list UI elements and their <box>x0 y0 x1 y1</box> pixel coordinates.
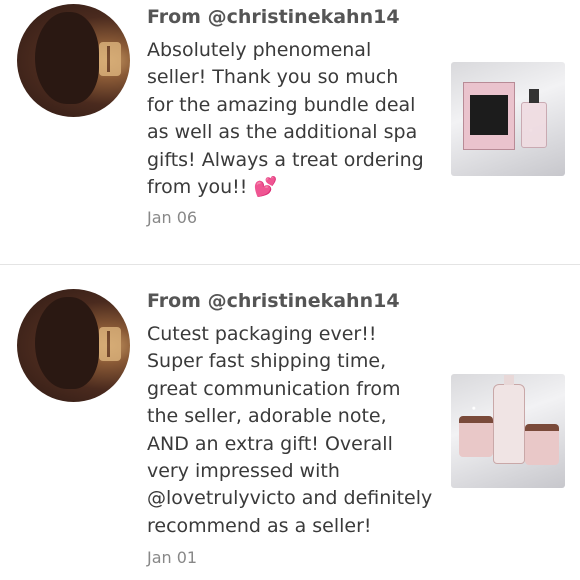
scrub-jar-shape <box>459 416 493 457</box>
review-date: Jan 01 <box>147 548 198 567</box>
review-photo-thumbnail[interactable] <box>451 62 565 176</box>
reviewer-avatar[interactable] <box>17 289 130 402</box>
review-text: Cutest packaging ever!! Super fast shipp… <box>147 323 433 537</box>
reviewer-avatar[interactable] <box>17 4 130 117</box>
scrub-jar-shape <box>525 424 559 465</box>
review-author[interactable]: From @christinekahn14 <box>147 6 400 28</box>
lotion-bottle-shape <box>493 375 525 464</box>
review-date: Jan 06 <box>147 208 198 227</box>
review-photo-thumbnail[interactable] <box>451 374 565 488</box>
perfume-bottle-shape <box>521 89 547 148</box>
divider <box>0 264 580 265</box>
perfume-box-shape <box>463 82 515 150</box>
review-author[interactable]: From @christinekahn14 <box>147 290 400 312</box>
two-hearts-emoji-icon: 💕 <box>253 176 278 199</box>
review-text: Absolutely phenomenal seller! Thank you … <box>147 39 424 199</box>
